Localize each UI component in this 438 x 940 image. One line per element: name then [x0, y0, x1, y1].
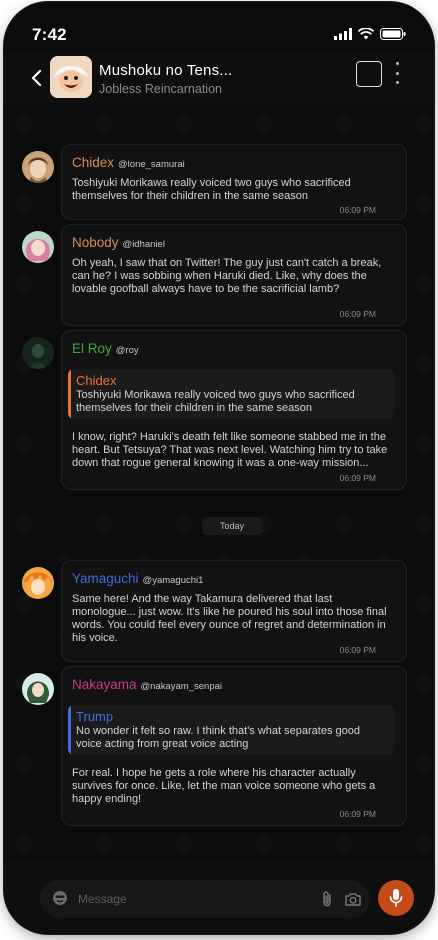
- anime-character-avatar-icon: [50, 56, 92, 98]
- status-icons: [334, 28, 406, 40]
- green-hair-avatar-icon: [22, 673, 54, 705]
- message-input-container[interactable]: [40, 880, 370, 918]
- message-text: Oh yeah, I saw that on Twitter! The guy …: [72, 257, 382, 295]
- user-avatar[interactable]: [22, 231, 54, 263]
- message-bubble[interactable]: El Roy @roy Chidex Toshiyuki Morikawa re…: [61, 330, 407, 490]
- message-text: Toshiyuki Morikawa really voiced two guy…: [72, 177, 351, 202]
- emoji-icon[interactable]: [52, 890, 68, 906]
- chat-subtitle: Jobless Reincarnation: [99, 82, 222, 96]
- message-text: Same here! And the way Takamura delivere…: [72, 593, 387, 644]
- message-input[interactable]: [78, 891, 278, 907]
- sender-handle: @yamaguchi1: [142, 575, 204, 586]
- chat-title[interactable]: Mushoku no Tens...: [99, 62, 232, 79]
- message-bubble[interactable]: Yamaguchi @yamaguchi1 Same here! And the…: [61, 560, 407, 662]
- message-time: 06:09 PM: [339, 809, 376, 819]
- message-time: 06:09 PM: [339, 309, 376, 319]
- sender-line: Nobody @idhaniel: [72, 235, 165, 250]
- message-time: 06:09 PM: [339, 205, 376, 215]
- user-avatar[interactable]: [22, 673, 54, 705]
- message-text: For real. I hope he gets a role where hi…: [72, 767, 376, 805]
- message-time: 06:09 PM: [339, 645, 376, 655]
- paperclip-icon[interactable]: [320, 890, 334, 908]
- sender-handle: @nakayam_senpai: [140, 681, 223, 692]
- microphone-icon: [389, 889, 403, 907]
- quote-text: Toshiyuki Morikawa really voiced two guy…: [76, 389, 355, 414]
- quote-sender-name: Chidex: [76, 373, 117, 388]
- quote-sender-name: Trump: [76, 709, 114, 724]
- group-avatar[interactable]: [50, 56, 92, 98]
- quote-text: No wonder it felt so raw. I think that's…: [76, 725, 360, 750]
- reply-quote[interactable]: Trump No wonder it felt so raw. I think …: [68, 705, 394, 755]
- quote-bar: [68, 705, 71, 755]
- sender-handle: @lone_samurai: [118, 159, 185, 170]
- orange-hair-avatar-icon: [22, 567, 54, 599]
- message-time: 06:09 PM: [339, 473, 376, 483]
- chat-header: Mushoku no Tens... Jobless Reincarnation: [4, 52, 434, 104]
- user-avatar[interactable]: [22, 151, 54, 183]
- sender-name[interactable]: Yamaguchi: [72, 571, 139, 586]
- date-divider: Today: [202, 517, 262, 535]
- sender-line: El Roy @roy: [72, 341, 139, 356]
- sender-handle: @idhaniel: [122, 239, 165, 250]
- sender-name[interactable]: Chidex: [72, 155, 114, 170]
- dark-figure-avatar-icon: [22, 337, 54, 369]
- sender-name[interactable]: El Roy: [72, 341, 112, 356]
- camera-icon[interactable]: [344, 891, 362, 907]
- header-square-button[interactable]: [356, 61, 382, 87]
- more-dot: [395, 81, 399, 84]
- message-bubble[interactable]: Nakayama @nakayam_senpai Trump No wonder…: [61, 666, 407, 826]
- more-dot: [395, 62, 399, 65]
- back-button[interactable]: [26, 66, 46, 90]
- sender-line: Yamaguchi @yamaguchi1: [72, 571, 203, 586]
- message-text: I know, right? Haruki's death felt like …: [72, 431, 388, 469]
- user-avatar[interactable]: [22, 567, 54, 599]
- reply-quote[interactable]: Chidex Toshiyuki Morikawa really voiced …: [68, 369, 394, 419]
- sender-handle: @roy: [115, 345, 139, 356]
- more-options-button[interactable]: [392, 62, 402, 84]
- chevron-left-icon: [31, 69, 42, 87]
- status-time: 7:42: [32, 25, 67, 44]
- sender-line: Chidex @lone_samurai: [72, 155, 185, 170]
- samurai-avatar-icon: [22, 151, 54, 183]
- wifi-icon: [358, 28, 374, 40]
- sender-name[interactable]: Nobody: [72, 235, 119, 250]
- quote-bar: [68, 369, 71, 419]
- phone-frame: 7:42 Mushoku no Tens... Jobless Reincarn…: [4, 2, 434, 934]
- message-bubble[interactable]: Chidex @lone_samurai Toshiyuki Morikawa …: [61, 144, 407, 220]
- voice-record-button[interactable]: [378, 880, 414, 916]
- sender-name[interactable]: Nakayama: [72, 677, 137, 692]
- status-bar: 7:42: [4, 2, 434, 50]
- message-bubble[interactable]: Nobody @idhaniel Oh yeah, I saw that on …: [61, 224, 407, 326]
- user-avatar[interactable]: [22, 337, 54, 369]
- anime-girl-avatar-icon: [22, 231, 54, 263]
- more-dot: [395, 71, 399, 75]
- cellular-signal-icon: [334, 28, 352, 40]
- sender-line: Nakayama @nakayam_senpai: [72, 677, 222, 692]
- message-composer: [4, 862, 434, 934]
- battery-icon: [380, 28, 406, 40]
